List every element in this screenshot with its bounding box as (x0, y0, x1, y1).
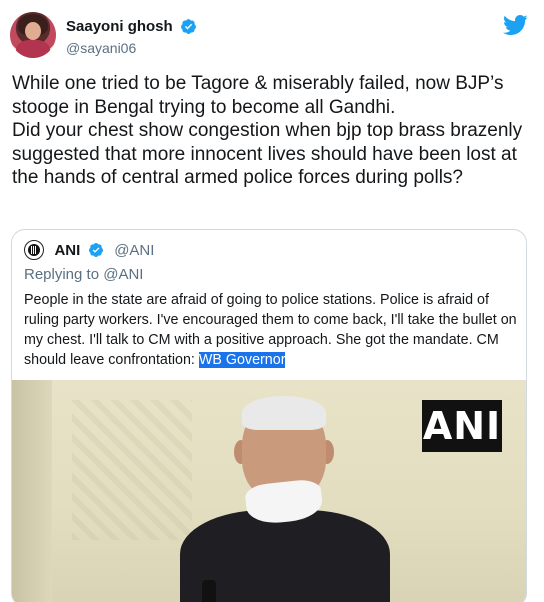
tweet-body-text: While one tried to be Tagore & miserably… (12, 73, 523, 189)
ani-watermark-logo: ANI (422, 400, 502, 452)
photo-subject (180, 396, 390, 602)
quoted-author-avatar[interactable] (24, 240, 44, 260)
quoted-author-name[interactable]: ANI (54, 242, 80, 259)
quoted-author-handle[interactable]: @ANI (114, 242, 154, 259)
tweet-card: Saayoni ghosh @sayani06 While one tried … (0, 0, 544, 602)
verified-badge-icon (88, 243, 103, 257)
twitter-bird-icon[interactable] (502, 14, 528, 36)
quoted-tweet-text: People in the state are afraid of going … (24, 290, 518, 370)
author-handle[interactable]: @sayani06 (66, 40, 197, 56)
author-display-name[interactable]: Saayoni ghosh (66, 18, 173, 35)
tweet-header: Saayoni ghosh @sayani06 (10, 12, 534, 62)
microphone (202, 580, 216, 602)
replying-to-label: Replying to @ANI (24, 266, 144, 283)
author-names: Saayoni ghosh @sayani06 (66, 18, 197, 56)
verified-badge-icon (181, 19, 197, 35)
quoted-tweet-header: ANI @ANI (24, 240, 154, 262)
author-avatar[interactable] (10, 12, 56, 58)
quoted-tweet[interactable]: ANI @ANI Replying to @ANI People in the … (11, 229, 527, 602)
selected-text-highlight: WB Governor (198, 352, 286, 368)
quoted-tweet-photo[interactable]: ANI (12, 380, 526, 602)
